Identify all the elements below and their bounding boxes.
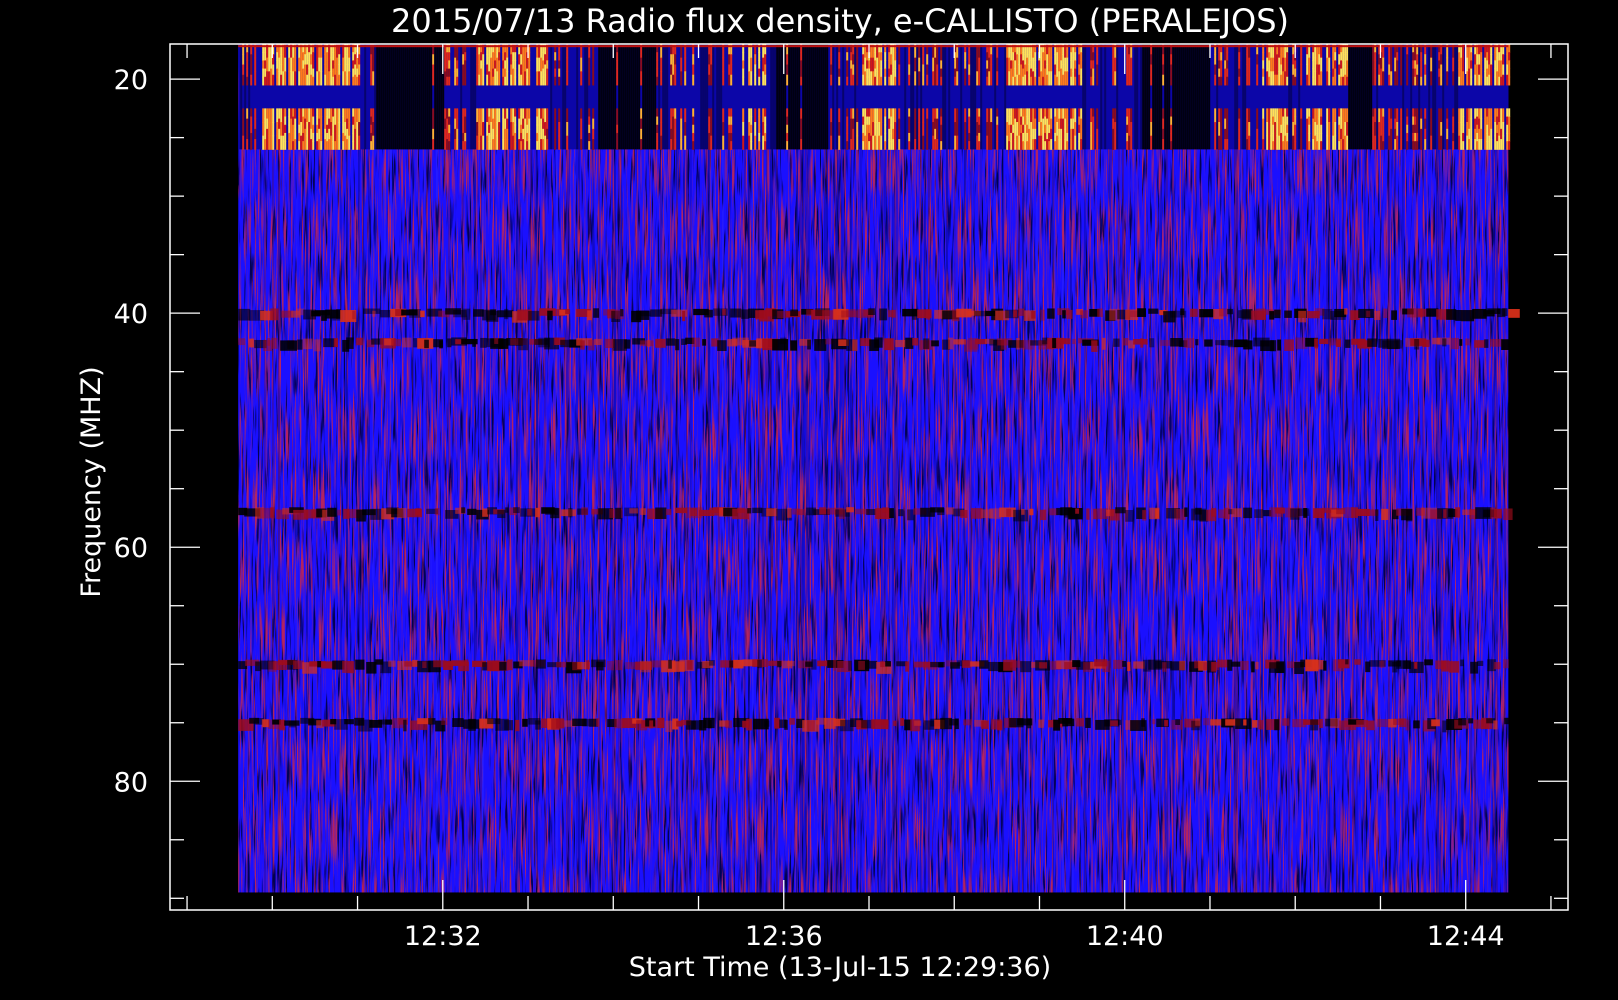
y-tick-label: 40 — [114, 299, 148, 330]
spectrogram-texture — [238, 45, 1509, 893]
x-tick-label: 12:32 — [404, 921, 482, 952]
y-tick-label: 20 — [114, 65, 148, 96]
y-axis-label: Frequency (MHZ) — [76, 366, 107, 597]
x-tick-label: 12:44 — [1427, 921, 1505, 952]
y-tick-label: 80 — [114, 767, 148, 798]
x-tick-label: 12:36 — [745, 921, 823, 952]
data-top-edge — [238, 45, 1509, 48]
spectrogram-figure: 20 40 60 80 12:32 12:36 12:40 12:44 2015/07/13 … — [76, 2, 1569, 983]
chart-title: 2015/07/13 Radio flux density, e-CALLIST… — [391, 2, 1289, 40]
strong-emission-band — [238, 44, 1511, 150]
y-tick-label: 60 — [114, 533, 148, 564]
x-tick-label: 12:40 — [1086, 921, 1164, 952]
spectrogram-image — [238, 44, 1520, 893]
x-axis-label: Start Time (13-Jul-15 12:29:36) — [629, 952, 1051, 983]
